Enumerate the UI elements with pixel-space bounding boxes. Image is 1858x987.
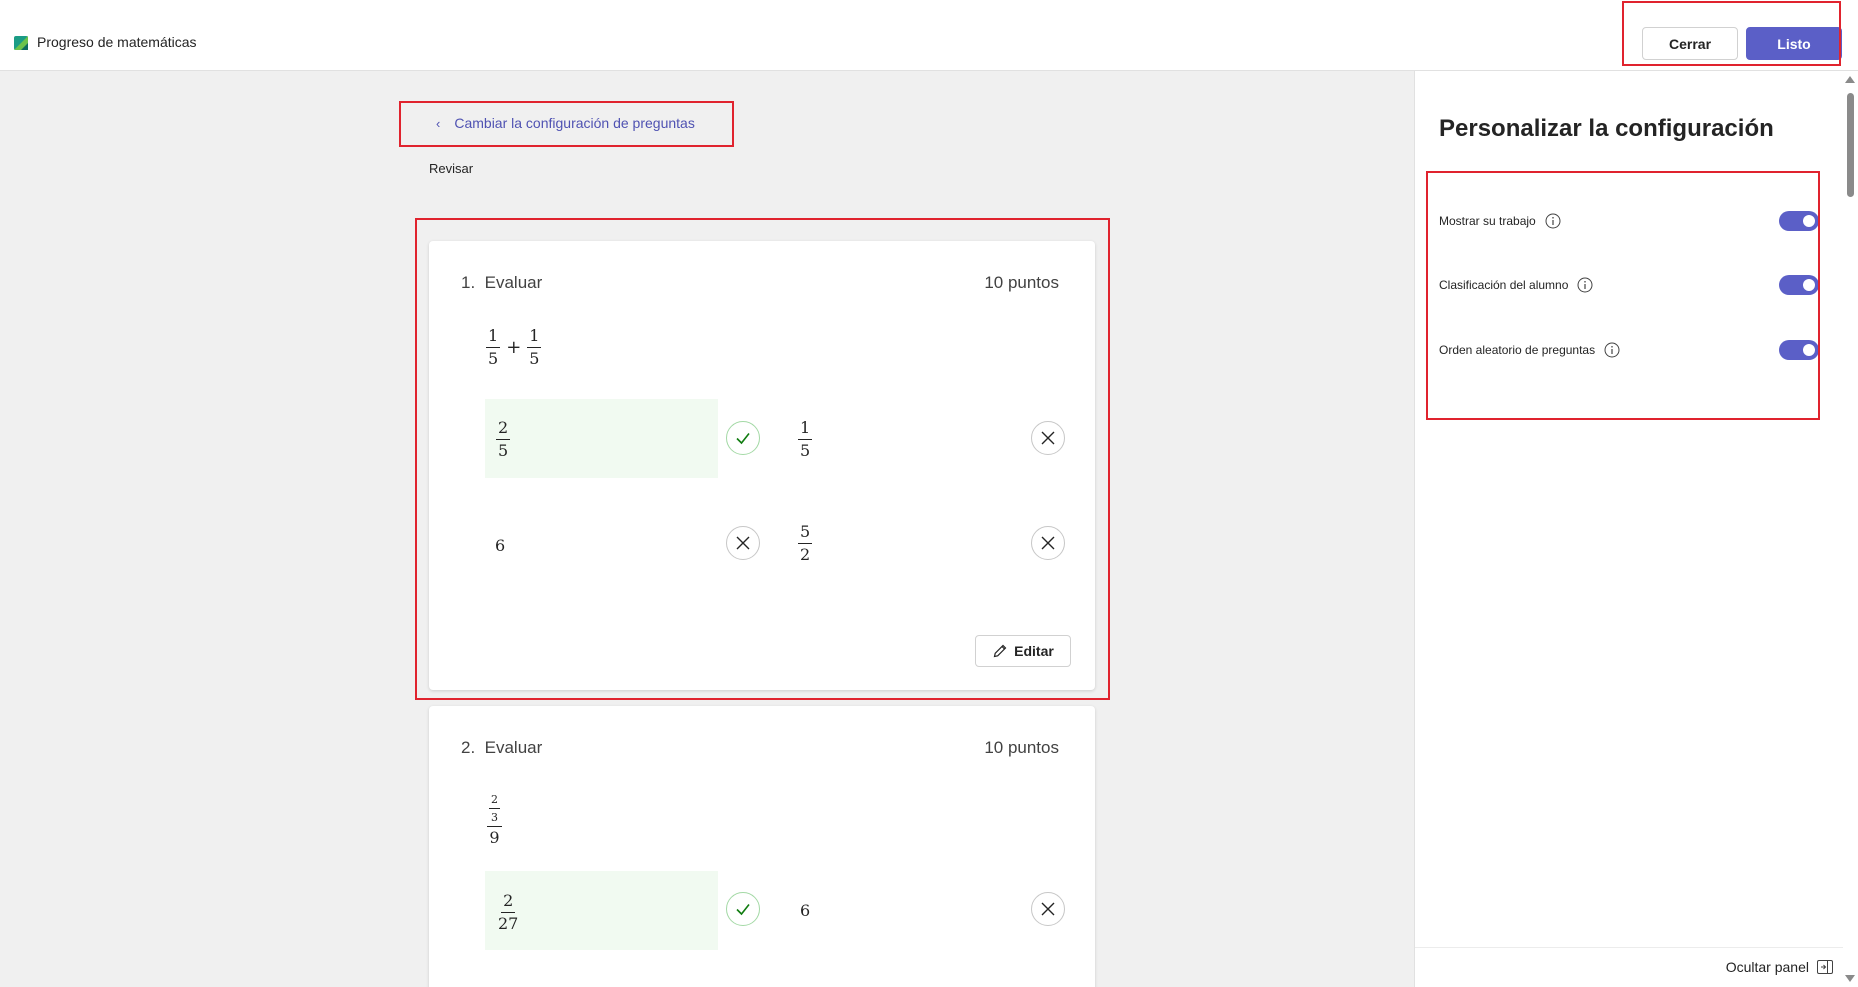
incorrect-x-icon xyxy=(1031,421,1065,455)
answer-value: 6 xyxy=(800,901,811,920)
scroll-thumb[interactable] xyxy=(1847,93,1854,197)
toggle-switch[interactable] xyxy=(1779,275,1819,295)
incorrect-x-icon xyxy=(1031,892,1065,926)
toggle-switch[interactable] xyxy=(1779,211,1819,231)
question-card-2: 2. Evaluar 10 puntos 23 9 2 27 6 xyxy=(429,706,1095,987)
hide-panel-label: Ocultar panel xyxy=(1725,959,1809,975)
info-icon[interactable] xyxy=(1577,277,1593,293)
incorrect-x-icon xyxy=(726,526,760,560)
answer-value: 6 xyxy=(495,536,506,555)
question-card-1: 1. Evaluar 10 puntos 15 + 15 25 15 6 5 2… xyxy=(429,241,1095,690)
collapse-panel-icon xyxy=(1817,960,1833,974)
top-bar: Progreso de matemáticas Cerrar Listo xyxy=(0,0,1858,71)
setting-show-work: Mostrar su trabajo xyxy=(1439,209,1819,233)
edit-button[interactable]: Editar xyxy=(975,635,1071,667)
question-points: 10 puntos xyxy=(984,738,1059,757)
scroll-up-arrow-icon[interactable] xyxy=(1845,76,1855,83)
answer-value: 25 xyxy=(496,418,511,460)
setting-label: Orden aleatorio de preguntas xyxy=(1439,343,1596,357)
incorrect-x-icon xyxy=(1031,526,1065,560)
question-expression: 23 9 xyxy=(487,794,502,846)
edit-label: Editar xyxy=(1014,643,1054,659)
setting-label: Clasificación del alumno xyxy=(1439,278,1569,292)
correct-check-icon xyxy=(726,892,760,926)
done-button[interactable]: Listo xyxy=(1746,27,1842,60)
question-expression: 15 + 15 xyxy=(486,326,542,368)
settings-panel: Personalizar la configuración Mostrar su… xyxy=(1414,71,1858,987)
answer-value: 2 27 xyxy=(498,891,519,933)
app-logo-icon xyxy=(14,36,28,50)
question-heading: 1. Evaluar xyxy=(461,273,543,292)
answer-value: 52 xyxy=(798,522,813,564)
pencil-icon xyxy=(993,644,1007,658)
app-title: Progreso de matemáticas xyxy=(37,34,197,50)
chevron-left-icon: ‹ xyxy=(436,115,441,131)
correct-check-icon xyxy=(726,421,760,455)
toggle-switch[interactable] xyxy=(1779,340,1819,360)
change-question-settings-link[interactable]: ‹ Cambiar la configuración de preguntas xyxy=(436,115,695,131)
info-icon[interactable] xyxy=(1545,213,1561,229)
panel-scrollbar[interactable] xyxy=(1842,71,1858,987)
hide-panel-button[interactable]: Ocultar panel xyxy=(1726,959,1833,975)
question-points: 10 puntos xyxy=(984,273,1059,292)
scroll-down-arrow-icon[interactable] xyxy=(1845,975,1855,982)
info-icon[interactable] xyxy=(1604,342,1620,358)
answer-value: 15 xyxy=(798,418,813,460)
close-button[interactable]: Cerrar xyxy=(1642,27,1738,60)
answer-option-correct xyxy=(485,399,718,478)
setting-student-grade: Clasificación del alumno xyxy=(1439,273,1819,297)
setting-label: Mostrar su trabajo xyxy=(1439,214,1536,228)
back-link-label: Cambiar la configuración de preguntas xyxy=(454,115,695,131)
setting-shuffle-questions: Orden aleatorio de preguntas xyxy=(1439,338,1819,362)
main-content: ‹ Cambiar la configuración de preguntas … xyxy=(0,71,1414,987)
panel-title: Personalizar la configuración xyxy=(1439,115,1774,142)
panel-footer: Ocultar panel xyxy=(1415,947,1843,987)
question-heading: 2. Evaluar xyxy=(461,738,543,757)
section-label: Revisar xyxy=(429,161,474,176)
